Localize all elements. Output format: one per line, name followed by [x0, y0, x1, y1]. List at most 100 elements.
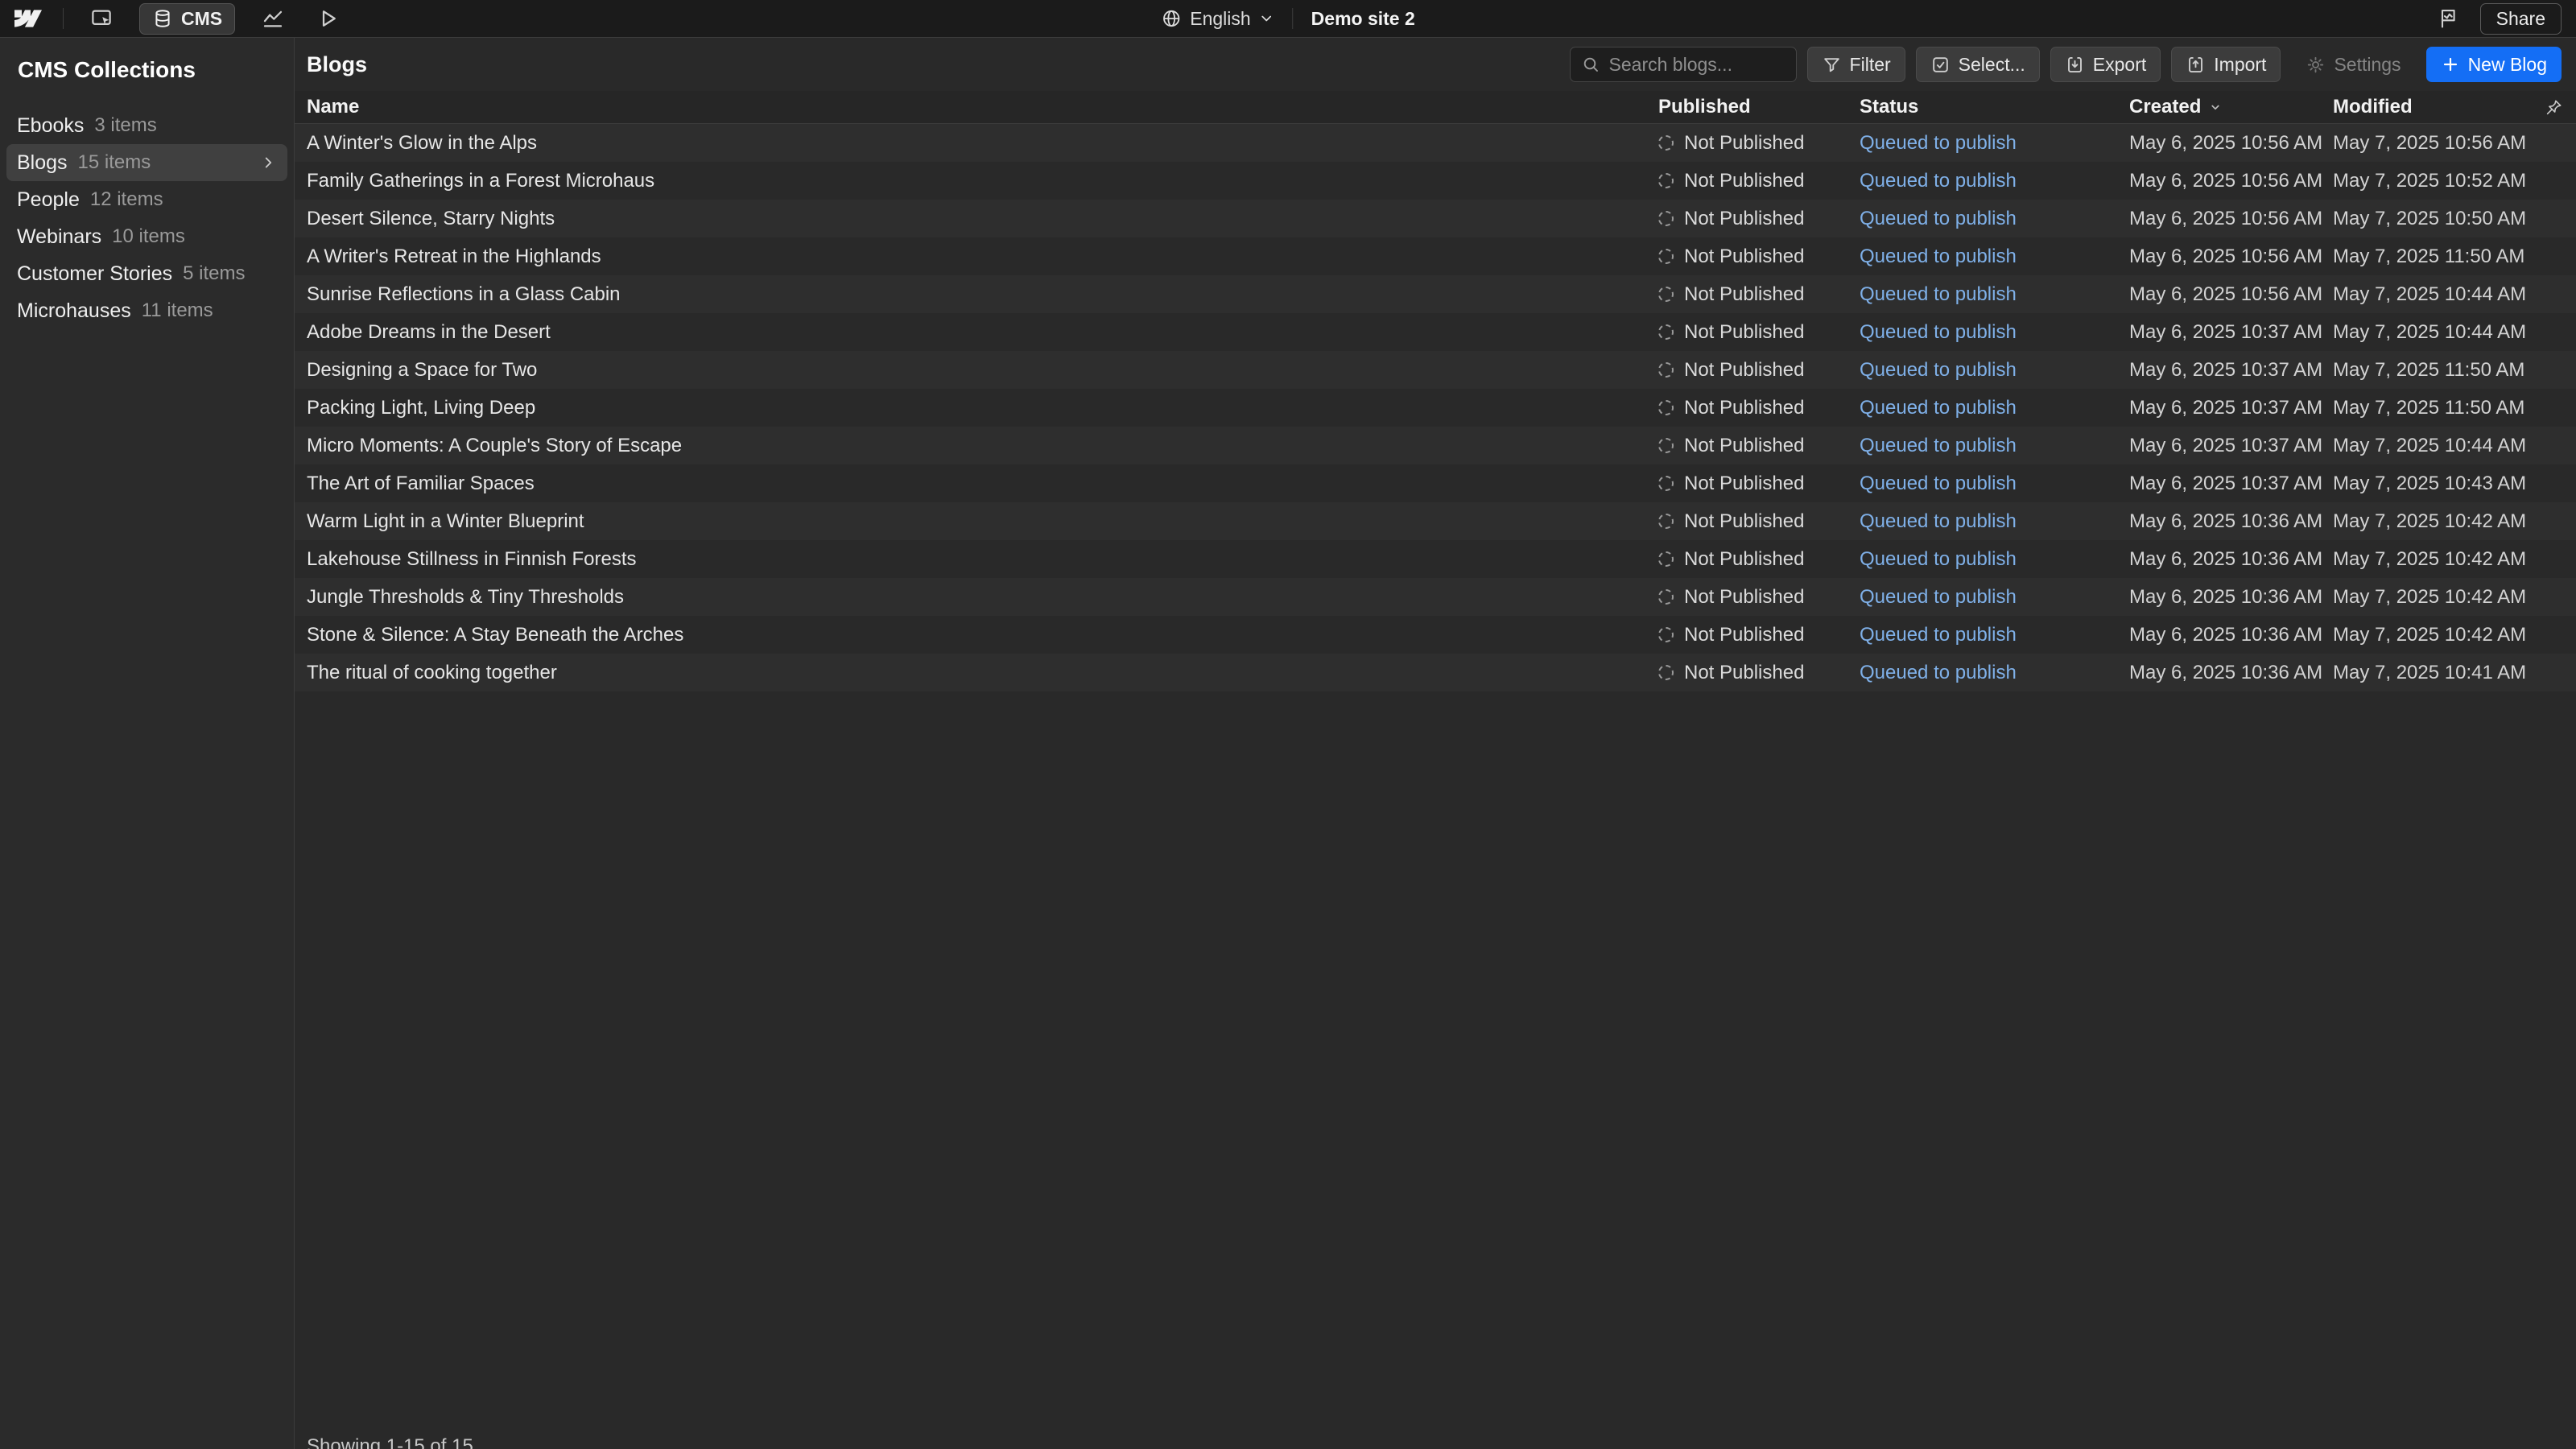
column-header-modified[interactable]: Modified [2333, 96, 2534, 118]
published-state: Not Published [1684, 624, 1804, 646]
table-row[interactable]: Stone & Silence: A Stay Beneath the Arch… [295, 616, 2576, 654]
created-date: May 6, 2025 10:37 AM [2129, 435, 2322, 457]
published-state: Not Published [1684, 397, 1804, 419]
sidebar-collection-item[interactable]: Customer Stories 5 items [6, 255, 287, 292]
created-date: May 6, 2025 10:36 AM [2129, 662, 2322, 684]
published-state: Not Published [1684, 435, 1804, 457]
status-link[interactable]: Queued to publish [1860, 283, 2017, 305]
draft-icon [1658, 362, 1674, 378]
sidebar-collection-item[interactable]: Webinars 10 items [6, 218, 287, 255]
table-row[interactable]: The ritual of cooking together Not Publi… [295, 654, 2576, 691]
item-name: Stone & Silence: A Stay Beneath the Arch… [307, 624, 683, 646]
filter-icon [1822, 55, 1842, 75]
published-state: Not Published [1684, 246, 1804, 268]
item-name: The Art of Familiar Spaces [307, 473, 535, 495]
draft-icon [1658, 589, 1674, 605]
draft-icon [1658, 173, 1674, 188]
export-label: Export [2093, 54, 2146, 76]
item-name: Family Gatherings in a Forest Microhaus [307, 170, 654, 192]
table-row[interactable]: A Winter's Glow in the Alps Not Publishe… [295, 124, 2576, 162]
table-row[interactable]: The Art of Familiar Spaces Not Published… [295, 464, 2576, 502]
item-name: Jungle Thresholds & Tiny Thresholds [307, 586, 624, 609]
collection-toolbar: Filter Select... Export [1570, 47, 2562, 82]
status-link[interactable]: Queued to publish [1860, 586, 2017, 608]
preview-icon[interactable] [311, 2, 345, 35]
status-link[interactable]: Queued to publish [1860, 359, 2017, 381]
plus-icon [2441, 55, 2460, 74]
created-date: May 6, 2025 10:37 AM [2129, 321, 2322, 344]
status-link[interactable]: Queued to publish [1860, 624, 2017, 646]
item-name: Lakehouse Stillness in Finnish Forests [307, 548, 637, 571]
top-bar: CMS English Demo site 2 Share [0, 0, 2576, 38]
share-button[interactable]: Share [2480, 3, 2562, 35]
designer-icon[interactable] [85, 2, 118, 35]
status-link[interactable]: Queued to publish [1860, 473, 2017, 494]
table-row[interactable]: Packing Light, Living Deep Not Published… [295, 389, 2576, 427]
status-link[interactable]: Queued to publish [1860, 435, 2017, 456]
sidebar-collection-item[interactable]: Microhauses 11 items [6, 292, 287, 329]
export-button[interactable]: Export [2050, 47, 2161, 82]
modified-date: May 7, 2025 10:52 AM [2333, 170, 2526, 192]
table-row[interactable]: Designing a Space for Two Not Published … [295, 351, 2576, 389]
filter-label: Filter [1850, 54, 1891, 76]
created-date: May 6, 2025 10:36 AM [2129, 510, 2322, 533]
export-icon [2065, 55, 2085, 75]
import-button[interactable]: Import [2171, 47, 2281, 82]
status-link[interactable]: Queued to publish [1860, 170, 2017, 192]
column-header-published[interactable]: Published [1658, 96, 1860, 118]
column-header-created[interactable]: Created [2129, 96, 2333, 118]
table-row[interactable]: Micro Moments: A Couple's Story of Escap… [295, 427, 2576, 464]
new-blog-button[interactable]: New Blog [2426, 47, 2562, 82]
published-state: Not Published [1684, 321, 1804, 344]
collection-count: 3 items [94, 114, 156, 137]
table-row[interactable]: Sunrise Reflections in a Glass Cabin Not… [295, 275, 2576, 313]
status-link[interactable]: Queued to publish [1860, 510, 2017, 532]
sort-chevron-down-icon [2208, 100, 2223, 114]
created-date: May 6, 2025 10:56 AM [2129, 246, 2322, 268]
settings-button[interactable]: Settings [2291, 47, 2415, 82]
draft-icon [1658, 665, 1674, 680]
table-row[interactable]: Lakehouse Stillness in Finnish Forests N… [295, 540, 2576, 578]
table-row[interactable]: Warm Light in a Winter Blueprint Not Pub… [295, 502, 2576, 540]
modified-date: May 7, 2025 10:44 AM [2333, 283, 2526, 305]
column-header-status[interactable]: Status [1860, 96, 2129, 118]
sidebar-collection-item[interactable]: People 12 items [6, 181, 287, 218]
collection-count: 10 items [112, 225, 185, 248]
flag-icon[interactable] [2432, 2, 2464, 35]
status-link[interactable]: Queued to publish [1860, 208, 2017, 229]
status-link[interactable]: Queued to publish [1860, 662, 2017, 683]
pin-icon[interactable] [2534, 98, 2576, 117]
sidebar-collection-item[interactable]: Blogs 15 items [6, 144, 287, 181]
table-row[interactable]: Jungle Thresholds & Tiny Thresholds Not … [295, 578, 2576, 616]
search-input[interactable] [1570, 47, 1797, 82]
collection-count: 5 items [183, 262, 245, 285]
modified-date: May 7, 2025 10:42 AM [2333, 624, 2526, 646]
filter-button[interactable]: Filter [1807, 47, 1905, 82]
draft-icon [1658, 287, 1674, 302]
table-row[interactable]: Adobe Dreams in the Desert Not Published… [295, 313, 2576, 351]
status-link[interactable]: Queued to publish [1860, 548, 2017, 570]
cms-collections-sidebar: CMS Collections Ebooks 3 items Blogs 15 … [0, 38, 295, 1449]
status-link[interactable]: Queued to publish [1860, 132, 2017, 154]
page-title: Blogs [307, 52, 367, 77]
chevron-right-icon [259, 154, 277, 171]
modified-date: May 7, 2025 10:43 AM [2333, 473, 2526, 494]
status-link[interactable]: Queued to publish [1860, 246, 2017, 267]
item-name: Desert Silence, Starry Nights [307, 208, 555, 230]
table-row[interactable]: Family Gatherings in a Forest Microhaus … [295, 162, 2576, 200]
column-header-name[interactable]: Name [307, 96, 1658, 118]
table-row[interactable]: Desert Silence, Starry Nights Not Publis… [295, 200, 2576, 237]
analytics-icon[interactable] [256, 2, 290, 35]
sidebar-collection-item[interactable]: Ebooks 3 items [6, 107, 287, 144]
collection-label: Ebooks [17, 114, 84, 138]
cms-tab-button[interactable]: CMS [139, 3, 235, 35]
new-blog-label: New Blog [2468, 54, 2547, 76]
search-icon [1581, 55, 1600, 74]
select-button[interactable]: Select... [1916, 47, 2040, 82]
status-link[interactable]: Queued to publish [1860, 321, 2017, 343]
pagination-status: Showing 1-15 of 15 [307, 1435, 473, 1449]
modified-date: May 7, 2025 10:44 AM [2333, 321, 2526, 343]
language-selector[interactable]: English [1161, 8, 1274, 30]
status-link[interactable]: Queued to publish [1860, 397, 2017, 419]
table-row[interactable]: A Writer's Retreat in the Highlands Not … [295, 237, 2576, 275]
